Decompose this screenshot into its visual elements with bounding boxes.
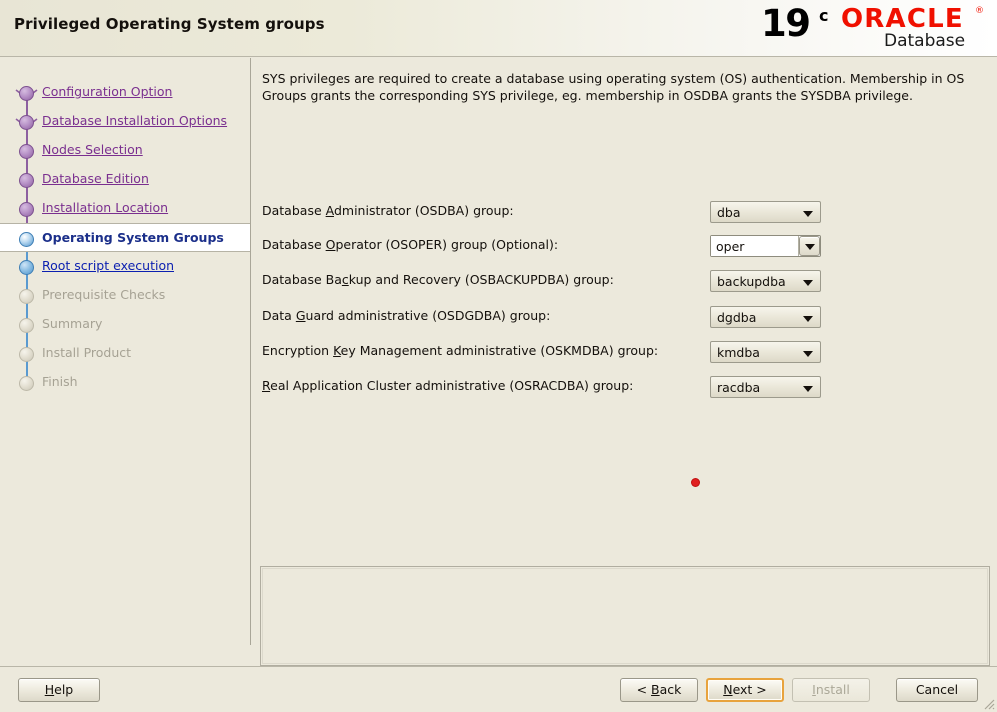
step-node-icon bbox=[19, 232, 34, 247]
step-node-icon bbox=[19, 347, 34, 362]
os-group-row-oper: Database Operator (OSOPER) group (Option… bbox=[262, 235, 978, 257]
resize-grip-icon[interactable] bbox=[981, 696, 995, 710]
oracle-database-logo: 19 c ORACLE ® Database bbox=[749, 2, 989, 53]
header-bar: Privileged Operating System groups 19 c … bbox=[0, 0, 997, 57]
sidebar-step-configuration-option[interactable]: Configuration Option bbox=[0, 78, 250, 107]
sidebar-step-installation-location[interactable]: Installation Location bbox=[0, 194, 250, 223]
os-group-dropdown-kmdba[interactable]: kmdba bbox=[710, 341, 821, 363]
sidebar-step-label: Installation Location bbox=[42, 200, 169, 215]
os-group-dropdown-oper[interactable]: oper bbox=[710, 235, 821, 257]
os-group-row-backupdba: Database Backup and Recovery (OSBACKUPDB… bbox=[262, 270, 978, 292]
mnemonic-letter: H bbox=[44, 682, 55, 697]
cancel-button[interactable]: Cancel bbox=[896, 678, 978, 702]
sidebar-step-label: Prerequisite Checks bbox=[42, 287, 166, 302]
sidebar-step-operating-system-groups[interactable]: Operating System Groups bbox=[0, 223, 250, 252]
os-group-value-dgdba: dgdba bbox=[717, 310, 757, 325]
chevron-down-icon bbox=[805, 244, 815, 250]
os-group-label-oper: Database Operator (OSOPER) group (Option… bbox=[262, 237, 559, 252]
os-group-value-dba: dba bbox=[717, 205, 741, 220]
mnemonic-letter: R bbox=[262, 378, 271, 393]
chevron-down-icon bbox=[803, 316, 813, 322]
mnemonic-letter: N bbox=[723, 682, 733, 697]
page-title: Privileged Operating System groups bbox=[14, 15, 325, 33]
main-content-panel: SYS privileges are required to create a … bbox=[252, 58, 997, 666]
description-text: SYS privileges are required to create a … bbox=[262, 71, 965, 103]
sidebar-step-label: Nodes Selection bbox=[42, 142, 143, 157]
os-group-label-dba: Database Administrator (OSDBA) group: bbox=[262, 203, 514, 218]
logo-registered-icon: ® bbox=[975, 6, 984, 16]
sidebar-step-label: Install Product bbox=[42, 345, 132, 360]
sidebar-step-finish: Finish bbox=[0, 368, 250, 397]
chevron-down-icon bbox=[803, 211, 813, 217]
mnemonic-letter: B bbox=[651, 682, 660, 697]
help-button[interactable]: Help bbox=[18, 678, 100, 702]
os-group-label-backupdba: Database Backup and Recovery (OSBACKUPDB… bbox=[262, 272, 614, 287]
step-node-icon bbox=[19, 115, 34, 130]
mnemonic-letter: O bbox=[325, 237, 336, 252]
sidebar-step-root-script-execution[interactable]: Root script execution bbox=[0, 252, 250, 281]
mnemonic-letter: G bbox=[295, 308, 306, 323]
sidebar-step-label: Database Installation Options bbox=[42, 113, 228, 128]
chevron-down-icon bbox=[803, 386, 813, 392]
step-node-icon bbox=[19, 289, 34, 304]
os-group-row-dgdba: Data Guard administrative (OSDGDBA) grou… bbox=[262, 306, 978, 328]
chevron-down-icon bbox=[803, 351, 813, 357]
step-node-icon bbox=[19, 173, 34, 188]
sidebar-step-summary: Summary bbox=[0, 310, 250, 339]
message-panel-content bbox=[262, 568, 988, 664]
sidebar-step-database-installation-options[interactable]: Database Installation Options bbox=[0, 107, 250, 136]
logo-version: 19 bbox=[761, 2, 811, 45]
logo-brand: ORACLE bbox=[841, 4, 964, 34]
step-node-icon bbox=[19, 376, 34, 391]
footer-bar: Help < Back Next > Install Cancel bbox=[0, 666, 997, 712]
os-group-value-racdba: racdba bbox=[717, 380, 761, 395]
logo-version-sup: c bbox=[819, 6, 829, 25]
install-button: Install bbox=[792, 678, 870, 702]
logo-product: Database bbox=[884, 31, 966, 51]
os-group-row-dba: Database Administrator (OSDBA) group: dba bbox=[262, 201, 978, 223]
back-button[interactable]: < Back bbox=[620, 678, 698, 702]
mnemonic-letter: K bbox=[333, 343, 341, 358]
sidebar-step-label: Root script execution bbox=[42, 258, 175, 273]
sidebar-step-label: Configuration Option bbox=[42, 84, 173, 99]
os-group-value-backupdba: backupdba bbox=[717, 274, 786, 289]
chevron-down-icon bbox=[803, 280, 813, 286]
oracle-installer-window: Privileged Operating System groups 19 c … bbox=[0, 0, 997, 712]
sidebar-step-label: Operating System Groups bbox=[42, 230, 224, 245]
mnemonic-letter: A bbox=[325, 203, 334, 218]
next-button[interactable]: Next > bbox=[706, 678, 784, 702]
step-node-icon bbox=[19, 318, 34, 333]
wizard-step-sidebar: Configuration Option Database Installatio… bbox=[0, 58, 251, 645]
sidebar-step-label: Database Edition bbox=[42, 171, 149, 186]
step-node-icon bbox=[19, 144, 34, 159]
os-group-dropdown-racdba[interactable]: racdba bbox=[710, 376, 821, 398]
os-group-value-oper: oper bbox=[716, 239, 745, 254]
os-group-row-racdba: Real Application Cluster administrative … bbox=[262, 376, 978, 398]
step-node-icon bbox=[19, 202, 34, 217]
sidebar-step-install-product: Install Product bbox=[0, 339, 250, 368]
message-panel bbox=[260, 566, 990, 666]
os-group-label-dgdba: Data Guard administrative (OSDGDBA) grou… bbox=[262, 308, 551, 323]
os-group-label-kmdba: Encryption Key Management administrative… bbox=[262, 343, 659, 358]
mnemonic-letter: c bbox=[341, 272, 349, 287]
step-node-icon bbox=[19, 260, 34, 275]
mnemonic-letter: I bbox=[812, 682, 816, 697]
os-group-value-kmdba: kmdba bbox=[717, 345, 760, 360]
os-group-dropdown-dgdba[interactable]: dgdba bbox=[710, 306, 821, 328]
sidebar-step-database-edition[interactable]: Database Edition bbox=[0, 165, 250, 194]
cursor-dot-indicator bbox=[692, 479, 699, 486]
sidebar-step-label: Summary bbox=[42, 316, 103, 331]
sidebar-step-nodes-selection[interactable]: Nodes Selection bbox=[0, 136, 250, 165]
sidebar-step-label: Finish bbox=[42, 374, 78, 389]
os-group-row-kmdba: Encryption Key Management administrative… bbox=[262, 341, 978, 363]
os-group-label-racdba: Real Application Cluster administrative … bbox=[262, 378, 634, 393]
os-group-dropdown-backupdba[interactable]: backupdba bbox=[710, 270, 821, 292]
os-group-dropdown-dba[interactable]: dba bbox=[710, 201, 821, 223]
sidebar-step-prerequisite-checks: Prerequisite Checks bbox=[0, 281, 250, 310]
step-node-icon bbox=[19, 86, 34, 101]
